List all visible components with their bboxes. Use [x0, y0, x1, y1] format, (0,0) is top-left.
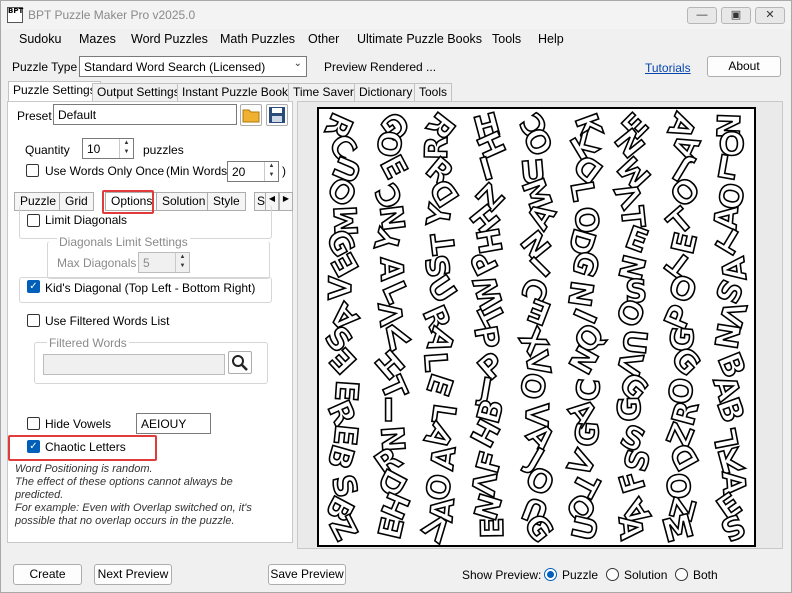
maximize-button[interactable]: ▣ [721, 7, 751, 24]
tab-instant-puzzle-books[interactable]: Instant Puzzle Books [177, 83, 300, 101]
tab-dictionary[interactable]: Dictionary [354, 83, 418, 101]
folder-icon [242, 109, 260, 123]
menu-help[interactable]: Help [538, 32, 564, 46]
tutorials-link[interactable]: Tutorials [645, 61, 691, 75]
puzzle-type-value: Standard Word Search (Licensed) [84, 60, 266, 74]
tab-puzzle-settings[interactable]: Puzzle Settings [8, 81, 101, 102]
min-words-close-paren: ) [282, 164, 286, 178]
minimize-button[interactable]: — [687, 7, 717, 24]
title-bar: BPT BPT Puzzle Maker Pro v2025.0 — ▣ ✕ [1, 1, 791, 29]
magnifier-icon [232, 355, 248, 371]
puzzle-type-label: Puzzle Type [12, 60, 78, 74]
menu-word-puzzles[interactable]: Word Puzzles [131, 32, 208, 46]
use-words-once-label: Use Words Only Once [45, 164, 165, 178]
grid-letter: U [565, 511, 607, 545]
quantity-spin-buttons[interactable]: ▲ ▼ [119, 139, 133, 158]
min-words-stepper[interactable]: 20 ▲ ▼ [227, 161, 279, 182]
max-diagonals-value: 5 [143, 256, 150, 270]
puzzle-preview: RGRHCKEANCORHOKNAOUERIUDMJLOCDZMLVOOMNYH… [316, 102, 756, 551]
options-note: Word Positioning is random. The effect o… [15, 463, 265, 528]
note-line: The effect of these options cannot alway… [15, 476, 233, 488]
note-line: Word Positioning is random. [15, 463, 153, 475]
note-line: possible that no overlap occurs in the p… [15, 515, 235, 527]
close-button[interactable]: ✕ [755, 7, 785, 24]
menu-other[interactable]: Other [308, 32, 339, 46]
preview-status: Preview Rendered ... [324, 60, 437, 74]
preset-field[interactable]: Default [53, 104, 237, 125]
quantity-value: 10 [87, 142, 101, 156]
menu-math-puzzles[interactable]: Math Puzzles [220, 32, 295, 46]
preset-label: Preset [17, 109, 52, 123]
next-preview-button[interactable]: Next Preview [94, 564, 172, 585]
save-preset-button[interactable] [266, 104, 288, 126]
radio-solution-label: Solution [624, 568, 668, 582]
hide-vowels-checkbox[interactable] [27, 417, 40, 430]
kids-diagonal-label: Kid's Diagonal (Top Left - Bottom Right) [45, 281, 256, 295]
menu-sudoku[interactable]: Sudoku [19, 32, 61, 46]
min-words-label: (Min Words: [166, 164, 231, 178]
window-title: BPT Puzzle Maker Pro v2025.0 [28, 8, 196, 22]
tab-tools[interactable]: Tools [414, 83, 453, 101]
save-preview-button[interactable]: Save Preview [268, 564, 346, 585]
open-folder-button[interactable] [240, 104, 262, 126]
radio-puzzle-label: Puzzle [562, 568, 599, 582]
hide-vowels-field[interactable]: AEIOUY [136, 413, 211, 434]
max-diagonals-stepper[interactable]: 5 ▲ ▼ [138, 252, 190, 273]
use-filtered-words-label: Use Filtered Words List [45, 314, 170, 328]
kids-diagonal-checkbox[interactable]: ✓ [27, 280, 40, 293]
diagonals-limit-title: Diagonals Limit Settings [57, 235, 190, 249]
filtered-words-field[interactable] [43, 354, 225, 375]
quantity-label: Quantity [25, 143, 70, 157]
radio-both-label: Both [693, 568, 718, 582]
min-words-spin-buttons[interactable]: ▲ ▼ [264, 162, 278, 181]
menu-mazes[interactable]: Mazes [79, 32, 116, 46]
about-button[interactable]: About [707, 56, 781, 77]
limit-diagonals-checkbox[interactable] [27, 214, 40, 227]
grid-letter: E [371, 513, 412, 543]
grid-letter: A [610, 513, 650, 542]
app-logo-icon: BPT [7, 7, 23, 23]
max-diagonals-label: Max Diagonals [57, 256, 137, 270]
tab-output-settings[interactable]: Output Settings [92, 83, 185, 101]
radio-solution[interactable] [606, 568, 619, 581]
menu-bar: Sudoku Mazes Word Puzzles Math Puzzles O… [1, 29, 791, 51]
note-line: For example: Even with Overlap switched … [15, 502, 252, 514]
menu-tools[interactable]: Tools [492, 32, 521, 46]
use-filtered-words-checkbox[interactable] [27, 314, 40, 327]
limit-diagonals-label: Limit Diagonals [45, 213, 128, 227]
puzzles-label: puzzles [143, 143, 184, 157]
show-preview-label: Show Preview: [462, 568, 542, 582]
min-words-value: 20 [232, 165, 246, 179]
note-line: predicted. [15, 489, 64, 501]
puzzle-type-dropdown[interactable]: Standard Word Search (Licensed) ⌄ [79, 56, 307, 77]
grid-letter: E [474, 516, 512, 539]
radio-puzzle[interactable] [544, 568, 557, 581]
tab-time-saver[interactable]: Time Saver [288, 83, 359, 101]
browse-filtered-button[interactable] [228, 351, 252, 374]
chaotic-letters-highlight-box [8, 435, 157, 461]
floppy-disk-icon [269, 107, 285, 123]
quantity-stepper[interactable]: 10 ▲ ▼ [82, 138, 134, 159]
chevron-down-icon: ⌄ [293, 58, 302, 69]
app-window: BPT BPT Puzzle Maker Pro v2025.0 — ▣ ✕ S… [0, 0, 792, 593]
scroll-right-button[interactable]: ▶ [279, 192, 293, 211]
create-button[interactable]: Create [13, 564, 82, 585]
filtered-words-title: Filtered Words [47, 336, 129, 350]
use-words-once-checkbox[interactable] [26, 164, 39, 177]
max-diagonals-spin-buttons[interactable]: ▲ ▼ [175, 253, 189, 272]
radio-both[interactable] [675, 568, 688, 581]
hide-vowels-label: Hide Vowels [45, 417, 112, 431]
menu-ultimate-puzzle-books[interactable]: Ultimate Puzzle Books [357, 32, 482, 46]
